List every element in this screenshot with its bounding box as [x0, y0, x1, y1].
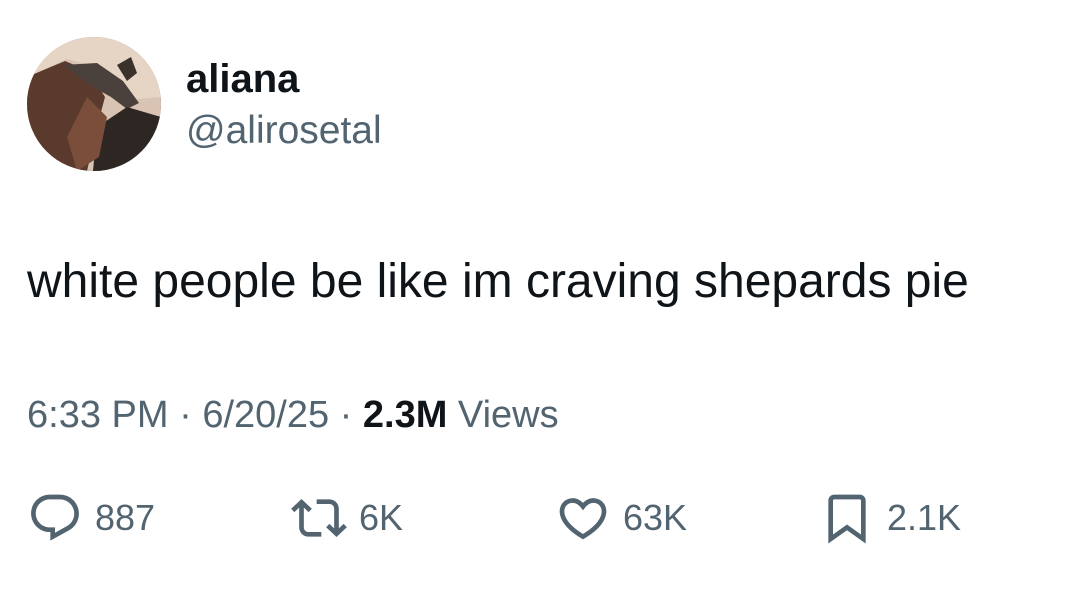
views-label: Views: [447, 394, 559, 436]
bookmark-icon: [819, 490, 875, 546]
bookmark-button[interactable]: 2.1K: [819, 488, 961, 548]
like-count: 63K: [623, 497, 688, 538]
tweet-meta: 6:33 PM · 6/20/25 · 2.3M Views: [27, 392, 559, 438]
tweet-card: aliana @alirosetal white people be like …: [0, 0, 1079, 607]
reply-count: 887: [95, 497, 156, 538]
reply-icon: [27, 490, 83, 546]
repost-count: 6K: [359, 497, 404, 538]
meta-separator: ·: [168, 394, 203, 436]
reply-button[interactable]: 887: [27, 488, 155, 548]
tweet-time[interactable]: 6:33 PM: [27, 394, 169, 436]
action-bar: 887 6K 63K 2.1K: [0, 488, 1079, 548]
like-button[interactable]: 63K: [555, 488, 687, 548]
meta-separator: ·: [329, 394, 363, 436]
views-count: 2.3M: [362, 394, 448, 436]
author-display-name[interactable]: aliana: [186, 56, 299, 102]
tweet-date[interactable]: 6/20/25: [202, 394, 329, 436]
repost-icon: [291, 490, 347, 546]
bookmark-count: 2.1K: [887, 497, 962, 538]
avatar[interactable]: [27, 37, 161, 171]
author-handle[interactable]: @alirosetal: [186, 108, 382, 154]
tweet-text: white people be like im craving shepards…: [27, 255, 969, 308]
avatar-photo: [27, 37, 161, 171]
repost-button[interactable]: 6K: [291, 488, 403, 548]
heart-icon: [555, 490, 611, 546]
